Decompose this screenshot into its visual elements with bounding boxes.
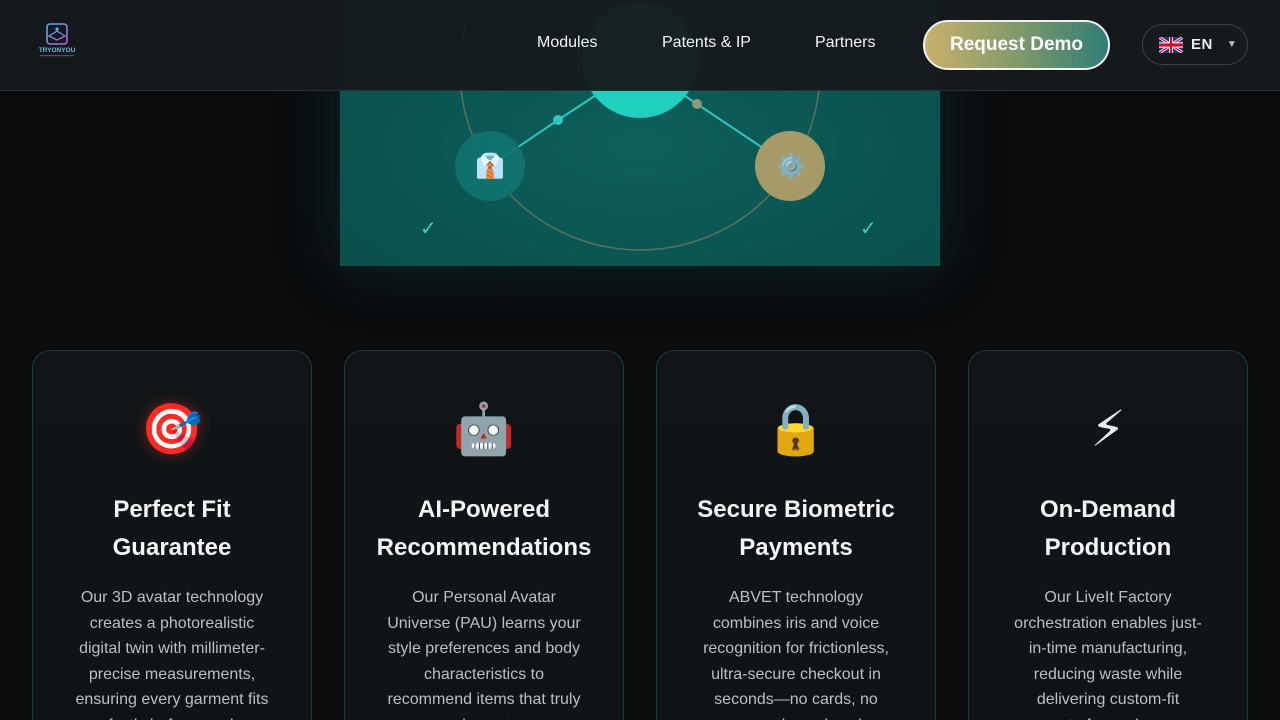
request-demo-button[interactable]: Request Demo	[923, 20, 1110, 70]
language-code: EN	[1191, 36, 1213, 53]
lightning-icon: ⚡	[1090, 400, 1126, 458]
uk-flag-icon	[1159, 36, 1183, 53]
logo[interactable]: TRYONYOU	[36, 22, 78, 60]
nav-partners[interactable]: Partners	[815, 34, 875, 52]
card-description: Our LiveIt Factory orchestration enables…	[1014, 589, 1202, 720]
robot-icon: 🤖	[452, 400, 516, 458]
check-icon: ✓	[420, 218, 437, 240]
necktie-icon: 👔	[475, 153, 505, 180]
language-selector[interactable]: EN ▼	[1142, 24, 1248, 65]
lock-icon: 🔒	[764, 400, 828, 458]
card-title: Secure Biometric Payments	[697, 496, 895, 561]
card-title: On-Demand Production	[1039, 496, 1176, 561]
site-header: TRYONYOU Modules Patents & IP Partners R…	[0, 0, 1280, 91]
nav-patents-ip[interactable]: Patents & IP	[662, 34, 751, 52]
target-icon: 🎯	[140, 400, 204, 458]
feature-card-on-demand-production: ⚡ On-Demand Production Our LiveIt Factor…	[968, 350, 1248, 720]
card-description: Our Personal Avatar Universe (PAU) learn…	[387, 589, 581, 720]
feature-card-biometric-payments: 🔒 Secure Biometric Payments ABVET techno…	[656, 350, 936, 720]
card-description: Our 3D avatar technology creates a photo…	[75, 589, 269, 720]
card-title: Perfect Fit Guarantee	[112, 496, 232, 561]
nav-modules[interactable]: Modules	[537, 34, 597, 52]
logo-text: TRYONYOU	[39, 47, 76, 54]
gear-icon: ⚙️	[776, 153, 806, 180]
chevron-down-icon: ▼	[1226, 39, 1237, 50]
card-title: AI-Powered Recommendations	[376, 496, 592, 561]
card-description: ABVET technology combines iris and voice…	[703, 589, 889, 720]
feature-card-ai-recommendations: 🤖 AI-Powered Recommendations Our Persona…	[344, 350, 624, 720]
feature-card-perfect-fit: 🎯 Perfect Fit Guarantee Our 3D avatar te…	[32, 350, 312, 720]
check-icon: ✓	[860, 218, 877, 240]
